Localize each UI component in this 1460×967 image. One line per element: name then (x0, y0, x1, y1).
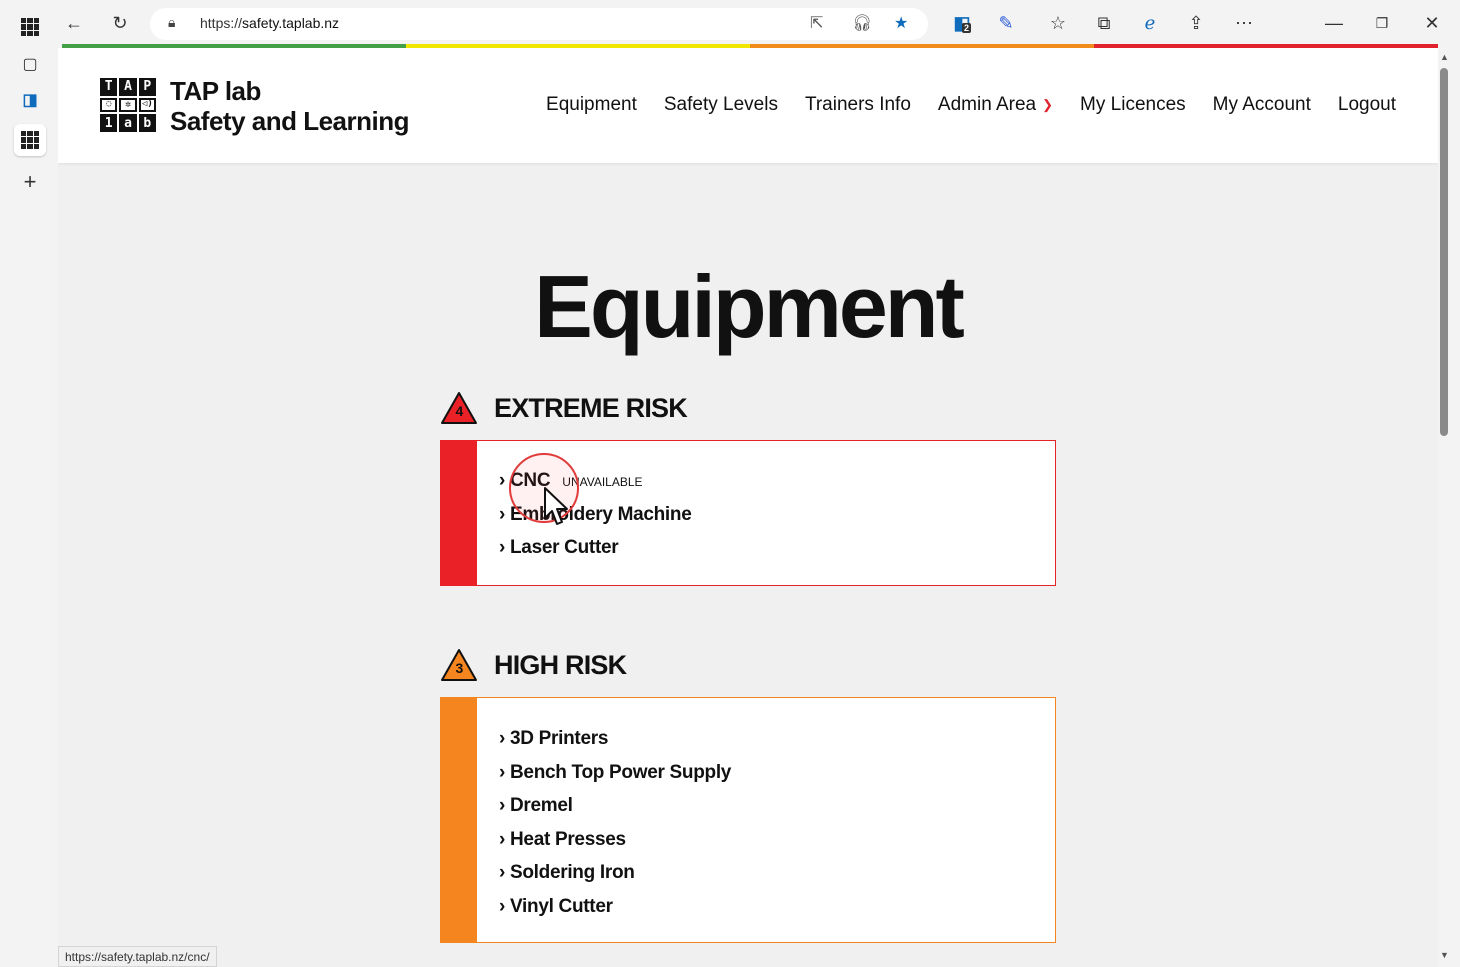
nav-trainers-info[interactable]: Trainers Info (805, 94, 911, 116)
equipment-link[interactable]: › Heat Presses (499, 829, 626, 850)
equipment-link[interactable]: › Laser Cutter (499, 537, 619, 558)
risk-color-bar (441, 441, 477, 585)
share-icon[interactable]: ⇪ (1184, 11, 1208, 35)
risk-color-bar (441, 698, 477, 942)
url-scheme: https:// (200, 15, 243, 31)
nav-safety-levels[interactable]: Safety Levels (664, 94, 778, 116)
equipment-link[interactable]: › Dremel (499, 795, 573, 816)
extension-icon[interactable]: ◧2 (950, 11, 974, 35)
equipment-list: › 3D Printers › Bench Top Power Supply ›… (499, 728, 731, 930)
nav-my-account[interactable]: My Account (1213, 94, 1311, 116)
logo-cell: T (100, 78, 118, 96)
list-item[interactable]: › Laser Cutter (499, 537, 692, 571)
list-item[interactable]: › Dremel (499, 795, 731, 829)
sound-icon: ◁) (138, 97, 156, 113)
nav-logout[interactable]: Logout (1338, 94, 1396, 116)
section-heading-text: EXTREME RISK (494, 392, 688, 423)
extension-badge: 2 (962, 23, 972, 33)
equipment-link[interactable]: › Vinyl Cutter (499, 896, 613, 917)
collections-icon[interactable]: ⧉ (1092, 11, 1116, 35)
section-heading-extreme-risk: 4 EXTREME RISK (440, 391, 688, 425)
logo-cell: 1 (100, 114, 118, 132)
browser-toolbar: ← ↻ 🔒︎ https://safety.taplab.nz ⇱ 🎧︎ ★ ◧… (58, 0, 1460, 46)
nav-equipment[interactable]: Equipment (546, 94, 637, 116)
more-icon[interactable]: ⋯ (1232, 11, 1256, 35)
lock-icon: 🔒︎ (168, 14, 176, 30)
browser-window: ▢ ◨ + ← ↻ 🔒︎ https://safety.taplab.nz ⇱ … (0, 0, 1460, 967)
list-item[interactable]: › Soldering Iron (499, 862, 731, 896)
workspaces-icon[interactable] (14, 11, 46, 43)
logo-cell: a (119, 114, 137, 132)
ie-mode-icon[interactable]: ℯ (1138, 11, 1162, 35)
tab-actions-icon[interactable]: ▢ (14, 48, 46, 80)
site-title-line2: Safety and Learning (170, 106, 410, 136)
site-title-line1: TAP lab (170, 76, 261, 106)
scroll-down-icon[interactable]: ▼ (1440, 950, 1449, 960)
refresh-icon[interactable]: ↻ (108, 11, 132, 35)
back-icon[interactable]: ← (62, 11, 86, 35)
taplab-tab-icon[interactable] (14, 124, 46, 156)
url-host: safety.taplab.nz (242, 15, 340, 31)
address-bar[interactable]: 🔒︎ https://safety.taplab.nz ⇱ 🎧︎ ★ (150, 8, 928, 40)
risk-level-number: 4 (455, 403, 464, 419)
scrollbar-thumb[interactable] (1440, 68, 1448, 436)
outlook-tab-icon[interactable]: ◨ (14, 84, 46, 116)
favorites-icon[interactable]: ☆ (1046, 11, 1070, 35)
gear-icon: ✲ (119, 97, 137, 113)
logo-cell: A (119, 78, 137, 96)
list-item[interactable]: › 3D Printers (499, 728, 731, 762)
equipment-link[interactable]: › Soldering Iron (499, 862, 635, 883)
address-url[interactable]: https://safety.taplab.nz (200, 15, 339, 31)
vertical-tab-strip: ▢ ◨ + (0, 0, 58, 967)
warning-triangle-icon: 4 (440, 391, 478, 425)
read-aloud-icon[interactable]: 🎧︎ (852, 13, 872, 33)
logo-cell: b (138, 114, 156, 132)
site-title[interactable]: TAP lab Safety and Learning (170, 76, 410, 136)
favorite-star-icon[interactable]: ★ (894, 13, 908, 33)
logo-cell: P (138, 78, 156, 96)
vertical-scrollbar[interactable]: ▲ ▼ (1438, 48, 1452, 967)
main-nav: Equipment Safety Levels Trainers Info Ad… (546, 94, 1396, 116)
restore-icon[interactable]: ❐ (1370, 11, 1394, 35)
chevron-down-icon: ❯ (1042, 97, 1054, 112)
equipment-link[interactable]: › Bench Top Power Supply (499, 762, 731, 783)
nav-my-licences[interactable]: My Licences (1080, 94, 1186, 116)
nav-admin-area-label: Admin Area (937, 94, 1037, 115)
section-heading-text: HIGH RISK (494, 649, 627, 680)
list-item[interactable]: › Heat Presses (499, 829, 731, 863)
site-header: T A P ◌ ✲ ◁) 1 a b TAP lab Safety and Le… (58, 48, 1438, 163)
equipment-card-high-risk: › 3D Printers › Bench Top Power Supply ›… (440, 697, 1056, 943)
new-tab-icon[interactable]: + (14, 166, 46, 198)
lightbulb-icon: ◌ (100, 97, 118, 113)
equipment-link[interactable]: › 3D Printers (499, 728, 608, 749)
scroll-up-icon[interactable]: ▲ (1440, 52, 1449, 62)
pen-extension-icon[interactable]: ✎ (994, 11, 1018, 35)
risk-level-number: 3 (455, 660, 464, 676)
list-item[interactable]: › Bench Top Power Supply (499, 762, 731, 796)
page-viewport: T A P ◌ ✲ ◁) 1 a b TAP lab Safety and Le… (58, 48, 1438, 967)
open-in-app-icon[interactable]: ⇱ (810, 13, 823, 33)
taplab-logo[interactable]: T A P ◌ ✲ ◁) 1 a b (100, 78, 156, 132)
list-item[interactable]: › Vinyl Cutter (499, 896, 731, 930)
page-title: Equipment (534, 257, 965, 356)
minimize-icon[interactable]: — (1322, 11, 1346, 35)
nav-admin-area[interactable]: Admin Area ❯ (938, 94, 1053, 116)
close-icon[interactable]: ✕ (1420, 11, 1444, 35)
status-bar-url: https://safety.taplab.nz/cnc/ (58, 946, 217, 967)
mouse-pointer-icon (544, 487, 568, 525)
section-heading-high-risk: 3 HIGH RISK (440, 648, 627, 682)
warning-triangle-icon: 3 (440, 648, 478, 682)
